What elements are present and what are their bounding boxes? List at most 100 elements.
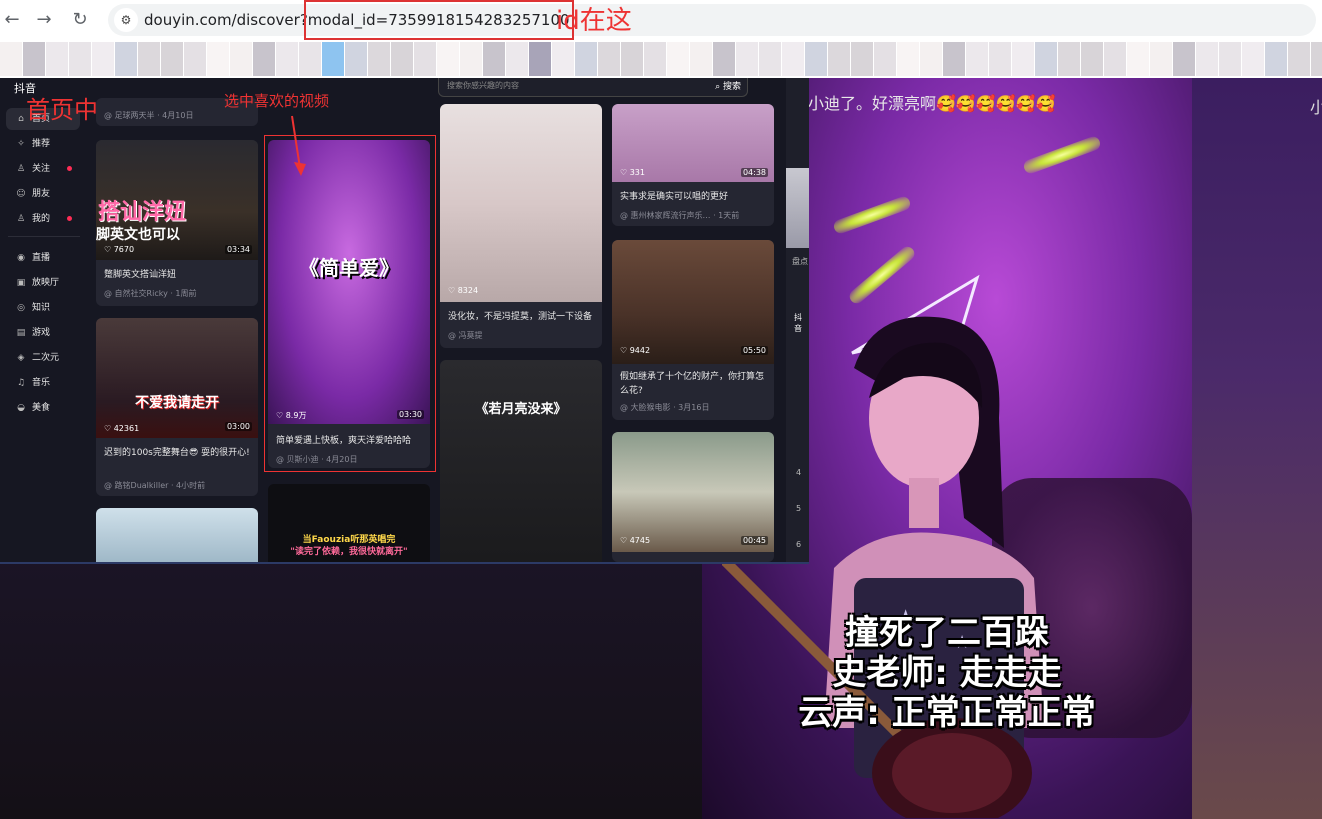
hot-ranking-panel[interactable]: 盘点 抖音 4 5 6	[786, 78, 809, 562]
subtitle-line: 撞死了二百跺	[845, 613, 1049, 653]
sidebar-item-label: 游戏	[32, 328, 51, 338]
video-card[interactable]: 当Faouzia听那英唱完 "读完了依赖，我很快就离开"	[268, 484, 430, 562]
video-comment-caption: 小迪了。好漂亮啊🥰🥰🥰🥰🥰🥰	[808, 94, 1056, 113]
thumbnail-caption: 搭讪洋妞	[98, 200, 187, 225]
address-bar[interactable]: ⚙ douyin.com/discover?modal_id=735991815…	[108, 0, 1316, 40]
stage-light	[1022, 134, 1102, 176]
bookmark-tile	[851, 42, 873, 76]
ranking-thumbnail	[786, 168, 809, 248]
sidebar-item[interactable]: ♙ 我的	[6, 208, 80, 230]
sidebar-item[interactable]: ♫ 音乐	[6, 372, 80, 394]
url-text[interactable]: douyin.com/discover?modal_id=73599181542…	[144, 0, 574, 40]
site-info-icon[interactable]: ⚙	[114, 8, 138, 32]
video-thumbnail: ♡ 4745 00:45	[612, 432, 774, 552]
bookmark-tile	[138, 42, 160, 76]
bookmark-tile	[552, 42, 574, 76]
bookmark-tile	[322, 42, 344, 76]
bookmark-tile	[713, 42, 735, 76]
bookmark-tile	[276, 42, 298, 76]
url-prefix: douyin.com/discover?	[144, 11, 308, 29]
sidebar-item-label: 直播	[32, 253, 51, 263]
user-icon: ♙	[16, 214, 26, 224]
sparkle-icon: ✧	[17, 139, 25, 149]
video-card[interactable]: 搭讪洋妞 脚英文也可以 ♡ 7670 03:34 蹩脚英文搭讪洋妞 @ 自然社交…	[96, 140, 258, 306]
bookmark-tile	[253, 42, 275, 76]
bookmark-tile	[1311, 42, 1322, 76]
sidebar-item[interactable]: ♙ 关注	[6, 158, 80, 180]
video-card[interactable]: 不爱我请走开 ♡ 42361 03:00 迟到的100s完整舞台😎 耍的很开心!…	[96, 318, 258, 496]
sidebar-item-label: 知识	[32, 303, 51, 313]
bookmark-tile	[989, 42, 1011, 76]
sidebar: 抖音 ⌂ 首页 ✧ 推荐 ♙ 关注 ☺ 朋友 ♙ 我的 ◉ 直播 ▣ 放映厅 ◎ 知识 ▤ 游戏 ◈ 二次元 ♫ 音乐 ◒ 美…	[0, 78, 86, 562]
like-count-value: 4745	[629, 536, 651, 545]
thumbnail-caption: 不爱我请走开	[135, 395, 219, 411]
sidebar-item[interactable]: ▤ 游戏	[6, 322, 80, 344]
bookmark-tile	[598, 42, 620, 76]
ranking-number: 5	[796, 504, 802, 513]
bookmark-tile	[437, 42, 459, 76]
sidebar-item[interactable]: ▣ 放映厅	[6, 272, 80, 294]
sidebar-item[interactable]: ☺ 朋友	[6, 183, 80, 205]
bookmark-tile	[1150, 42, 1172, 76]
subtitle-line: 史老师: 走走走	[832, 653, 1062, 693]
video-thumbnail: ♡ 8324	[440, 104, 602, 302]
video-card[interactable]: 《若月亮没来》	[440, 360, 602, 562]
douyin-feed-screenshot: 抖音 ⌂ 首页 ✧ 推荐 ♙ 关注 ☺ 朋友 ♙ 我的 ◉ 直播 ▣ 放映厅 ◎ 知识 ▤ 游戏 ◈ 二次元 ♫ 音乐 ◒ 美…	[0, 78, 809, 564]
bookmark-tile	[1058, 42, 1080, 76]
forward-arrow-icon[interactable]: →	[32, 8, 56, 32]
bookmark-tile	[345, 42, 367, 76]
sidebar-item[interactable]: ◎ 知识	[6, 297, 80, 319]
bookmark-tile	[575, 42, 597, 76]
sidebar-item-label: 朋友	[32, 189, 51, 199]
bookmark-tile	[0, 42, 22, 76]
bookmark-tile	[1081, 42, 1103, 76]
back-arrow-icon[interactable]: ←	[0, 8, 24, 32]
reload-icon[interactable]: ↻	[68, 8, 92, 32]
video-card[interactable]: ♡ 331 04:38 实事求是确实可以唱的更好 @ 惠州林家辉流行声乐… · …	[612, 104, 774, 226]
video-card[interactable]	[96, 508, 258, 562]
bookmark-tile	[667, 42, 689, 76]
sidebar-item[interactable]: ◉ 直播	[6, 247, 80, 269]
like-count-value: 9442	[629, 346, 651, 355]
like-count-value: 8324	[457, 286, 479, 295]
thumbnail-caption: "读完了依赖，我很快就离开"	[290, 547, 408, 557]
ranking-number: 4	[796, 468, 802, 477]
next-video-peek[interactable]: 小	[1192, 78, 1322, 819]
video-card-meta: @ 大脸猴电影 · 3月16日	[620, 403, 710, 412]
bookmark-tile	[207, 42, 229, 76]
bookmark-tile	[529, 42, 551, 76]
bookmark-tile	[1104, 42, 1126, 76]
search-input[interactable]: 搜索你感兴趣的内容	[447, 80, 519, 91]
like-count: ♡ 331	[620, 168, 645, 177]
bookmark-tile	[1035, 42, 1057, 76]
video-thumbnail: ♡ 331 04:38	[612, 104, 774, 182]
video-thumbnail: 不爱我请走开 ♡ 42361 03:00	[96, 318, 258, 438]
sidebar-item[interactable]: ◒ 美食	[6, 397, 80, 419]
bookmark-tile	[1288, 42, 1310, 76]
bookmark-tile	[966, 42, 988, 76]
video-card[interactable]: ♡ 9442 05:50 假如继承了十个亿的财产，你打算怎么花? @ 大脸猴电影…	[612, 240, 774, 420]
like-count-value: 7670	[113, 245, 135, 254]
browser-toolbar: ← → ↻ ⚙ douyin.com/discover?modal_id=735…	[0, 0, 1322, 40]
video-card[interactable]: ♡ 8324 没化妆，不是冯提莫，测试一下设备 @ 冯莫提	[440, 104, 602, 348]
bookmark-tile	[506, 42, 528, 76]
bookmark-tile	[805, 42, 827, 76]
search-bar[interactable]: 搜索你感兴趣的内容 ⌕ 搜索	[438, 78, 748, 97]
bookmark-tile	[644, 42, 666, 76]
duration: 00:45	[740, 536, 768, 545]
bookmark-tile	[1173, 42, 1195, 76]
bookmark-tile	[161, 42, 183, 76]
bookmark-tile	[69, 42, 91, 76]
video-card[interactable]: ♡ 4745 00:45	[612, 432, 774, 562]
game-icon: ▤	[16, 328, 26, 338]
duration: 05:50	[740, 346, 768, 355]
sidebar-item[interactable]: ✧ 推荐	[6, 133, 80, 155]
video-card-meta: @ 自然社交Ricky · 1周前	[104, 289, 197, 298]
search-button[interactable]: ⌕ 搜索	[715, 79, 741, 92]
sidebar-item-label: 美食	[32, 403, 51, 413]
music-icon: ♫	[16, 378, 26, 388]
sidebar-item[interactable]: ◈ 二次元	[6, 347, 80, 369]
sidebar-item-label: 关注	[32, 164, 51, 174]
bookmark-tile	[736, 42, 758, 76]
knowledge-icon: ◎	[17, 303, 25, 313]
